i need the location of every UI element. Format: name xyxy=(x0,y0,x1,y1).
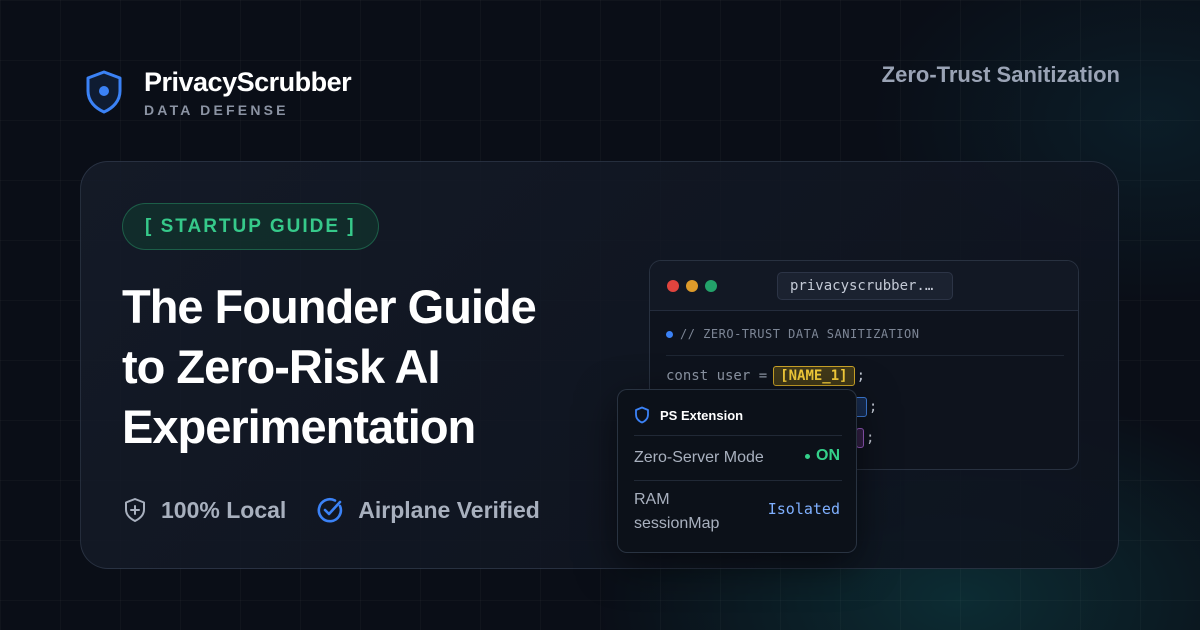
check-circle-icon xyxy=(317,497,343,523)
code-line-1: const user = [NAME_1] ; xyxy=(666,366,865,386)
extension-popup: PS Extension Zero-Server Mode ON RAM ses… xyxy=(617,389,857,553)
headline-line-3: Experimentation xyxy=(122,400,476,453)
zero-server-mode-value: ON xyxy=(816,447,840,464)
semicolon: ; xyxy=(856,368,866,384)
code-line-1-prefix: const user = xyxy=(666,368,768,384)
headline: The Founder Guide to Zero-Risk AI Experi… xyxy=(122,277,622,457)
url-bar[interactable]: privacyscrubber.… xyxy=(777,272,953,300)
ram-label-line-1: RAM xyxy=(634,491,670,508)
ram-isolated-value: Isolated xyxy=(767,500,840,518)
name-token: [NAME_1] xyxy=(773,366,855,386)
shield-logo-icon xyxy=(86,70,122,114)
startup-guide-badge: [ STARTUP GUIDE ] xyxy=(122,203,379,250)
headline-line-1: The Founder Guide xyxy=(122,280,537,333)
status-dot-icon xyxy=(666,330,673,338)
header-title: Zero-Trust Sanitization xyxy=(881,62,1120,87)
zero-server-mode-status[interactable]: ON xyxy=(805,447,840,465)
brand-tagline: DATA DEFENSE xyxy=(144,102,289,118)
ram-label: RAM sessionMap xyxy=(634,488,719,536)
feature-airplane: Airplane Verified xyxy=(316,496,540,524)
maximize-dot-icon[interactable] xyxy=(705,280,717,292)
ram-label-line-2: sessionMap xyxy=(634,515,720,532)
divider xyxy=(634,480,842,481)
code-comment: // ZERO-TRUST DATA SANITIZATION xyxy=(666,327,1064,356)
code-comment-text: // ZERO-TRUST DATA SANITIZATION xyxy=(680,327,920,341)
brand: PrivacyScrubber DATA DEFENSE xyxy=(84,66,352,118)
semicolon: ; xyxy=(866,430,875,446)
close-dot-icon[interactable] xyxy=(667,280,679,292)
popup-title: PS Extension xyxy=(660,407,744,423)
shield-icon xyxy=(635,406,649,424)
feature-local: 100% Local xyxy=(123,497,286,524)
feature-list: 100% Local Airplane Verified xyxy=(123,496,540,524)
minimize-dot-icon[interactable] xyxy=(686,280,698,292)
phone-token xyxy=(856,428,864,448)
divider xyxy=(634,435,842,436)
brand-name: PrivacyScrubber xyxy=(144,67,352,97)
shield-plus-icon xyxy=(125,498,145,522)
semicolon: ; xyxy=(868,399,878,415)
window-titlebar: privacyscrubber.… xyxy=(650,261,1078,311)
feature-airplane-label: Airplane Verified xyxy=(358,496,540,523)
headline-line-2: to Zero-Risk AI xyxy=(122,340,441,393)
zero-server-mode-label: Zero-Server Mode xyxy=(634,449,764,466)
feature-local-label: 100% Local xyxy=(161,496,287,523)
status-dot-icon xyxy=(805,453,810,459)
popup-header: PS Extension xyxy=(634,406,743,424)
